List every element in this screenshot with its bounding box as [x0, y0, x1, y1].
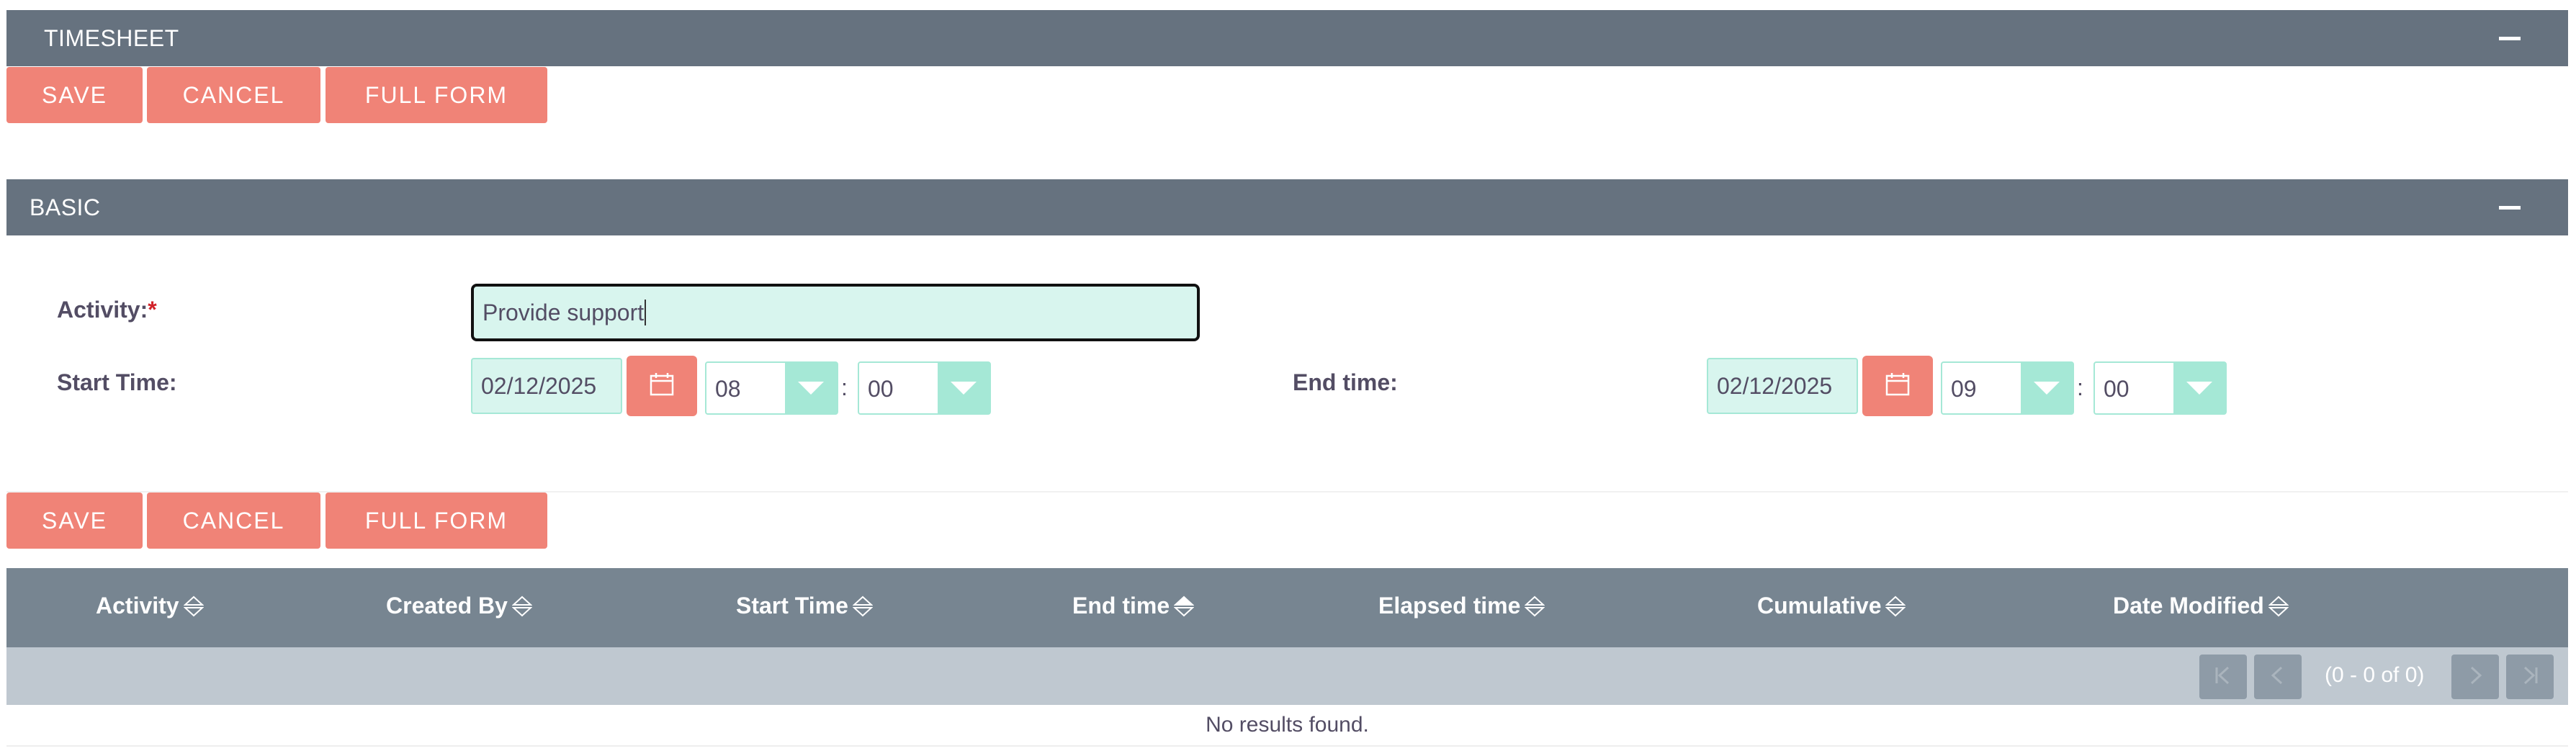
sort-icon[interactable]: [852, 595, 873, 617]
start-minute-select[interactable]: 00: [858, 361, 991, 415]
timesheet-panel-title: TIMESHEET: [44, 24, 179, 51]
full-form-button[interactable]: FULL FORM: [326, 493, 547, 549]
sort-icon[interactable]: [511, 595, 532, 617]
basic-panel-header[interactable]: BASIC: [6, 179, 2568, 235]
save-button[interactable]: SAVE: [6, 493, 143, 549]
start-time-label: Start Time:: [57, 369, 177, 395]
no-results-message: No results found.: [6, 705, 2568, 747]
column-header-cumulative[interactable]: Cumulative: [1757, 593, 1906, 619]
pagination-count: (0 - 0 of 0): [2325, 663, 2425, 687]
activity-input[interactable]: Provide support: [471, 284, 1200, 341]
end-time-label: End time:: [1293, 369, 1398, 395]
sort-icon[interactable]: [2268, 595, 2289, 617]
calendar-icon: [1885, 372, 1911, 401]
chevron-down-icon[interactable]: [785, 363, 837, 413]
cancel-button[interactable]: CANCEL: [147, 493, 320, 549]
save-button[interactable]: SAVE: [6, 67, 143, 123]
chevron-down-icon[interactable]: [2173, 363, 2225, 413]
column-header-elapsed-time[interactable]: Elapsed time: [1378, 593, 1545, 619]
sort-icon[interactable]: [1525, 595, 1545, 617]
column-header-date-modified[interactable]: Date Modified: [2113, 593, 2289, 619]
chevron-left-icon: [2267, 665, 2289, 690]
end-calendar-button[interactable]: [1862, 356, 1933, 416]
timesheet-panel-header[interactable]: TIMESHEET: [6, 10, 2568, 66]
column-header-activity[interactable]: Activity: [96, 593, 204, 619]
collapse-minus-icon[interactable]: [2499, 206, 2521, 210]
chevron-down-icon[interactable]: [938, 363, 989, 413]
calendar-icon: [649, 372, 675, 401]
collapse-minus-icon[interactable]: [2499, 37, 2521, 40]
previous-page-button[interactable]: [2254, 655, 2302, 699]
chevron-right-icon: [2464, 665, 2486, 690]
cancel-button[interactable]: CANCEL: [147, 67, 320, 123]
start-hour-value: 08: [715, 376, 741, 402]
start-calendar-button[interactable]: [627, 356, 697, 416]
end-minute-value: 00: [2104, 376, 2130, 402]
start-hour-select[interactable]: 08: [705, 361, 838, 415]
required-mark: *: [148, 297, 157, 323]
list-table-header: Activity Created By Start Time End time …: [6, 568, 2568, 647]
text-caret: [645, 300, 647, 325]
first-page-button[interactable]: [2199, 655, 2247, 699]
top-action-buttons: SAVE CANCEL FULL FORM: [6, 67, 554, 123]
last-page-button[interactable]: [2506, 655, 2554, 699]
time-separator: :: [841, 374, 848, 400]
column-header-end-time[interactable]: End time: [1072, 593, 1195, 619]
time-separator: :: [2077, 374, 2083, 400]
last-page-icon: [2519, 665, 2541, 690]
sort-icon[interactable]: [1885, 595, 1906, 617]
basic-panel-title: BASIC: [30, 194, 101, 220]
start-minute-value: 00: [868, 376, 894, 402]
column-header-created-by[interactable]: Created By: [386, 593, 532, 619]
sort-icon[interactable]: [183, 595, 204, 617]
column-header-start-time[interactable]: Start Time: [736, 593, 873, 619]
activity-label: Activity:*: [57, 297, 157, 323]
end-hour-value: 09: [1951, 376, 1977, 402]
activity-input-value: Provide support: [483, 299, 645, 325]
first-page-icon: [2212, 665, 2234, 690]
end-minute-select[interactable]: 00: [2093, 361, 2227, 415]
start-date-input[interactable]: 02/12/2025: [471, 358, 622, 414]
sort-ascending-icon[interactable]: [1174, 595, 1195, 617]
pagination-bar: (0 - 0 of 0): [6, 647, 2568, 705]
full-form-button[interactable]: FULL FORM: [326, 67, 547, 123]
end-date-input[interactable]: 02/12/2025: [1707, 358, 1858, 414]
end-hour-select[interactable]: 09: [1941, 361, 2074, 415]
bottom-action-buttons: SAVE CANCEL FULL FORM: [6, 493, 554, 549]
chevron-down-icon[interactable]: [2021, 363, 2073, 413]
next-page-button[interactable]: [2451, 655, 2499, 699]
